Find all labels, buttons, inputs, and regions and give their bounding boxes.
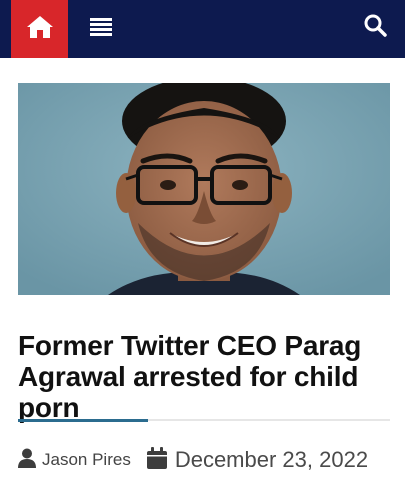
article-date: December 23, 2022 [174, 447, 369, 472]
menu-button[interactable] [88, 16, 114, 42]
home-icon [25, 14, 55, 45]
home-button[interactable] [11, 0, 68, 58]
calendar-icon [146, 446, 167, 474]
title-divider [18, 419, 390, 422]
article-author[interactable]: Jason Pires [42, 450, 131, 470]
title-divider-accent [18, 419, 148, 422]
article-title[interactable]: Former Twitter CEO Parag Agrawal arreste… [18, 330, 390, 423]
search-button[interactable] [360, 12, 390, 42]
top-nav-bar [0, 0, 405, 58]
portrait-photo [18, 83, 390, 295]
user-icon [18, 448, 36, 473]
search-icon [363, 13, 387, 42]
article-meta: Jason Pires December 23, 2022 [18, 446, 368, 474]
menu-icon [90, 16, 112, 43]
article-featured-image[interactable] [18, 83, 390, 295]
